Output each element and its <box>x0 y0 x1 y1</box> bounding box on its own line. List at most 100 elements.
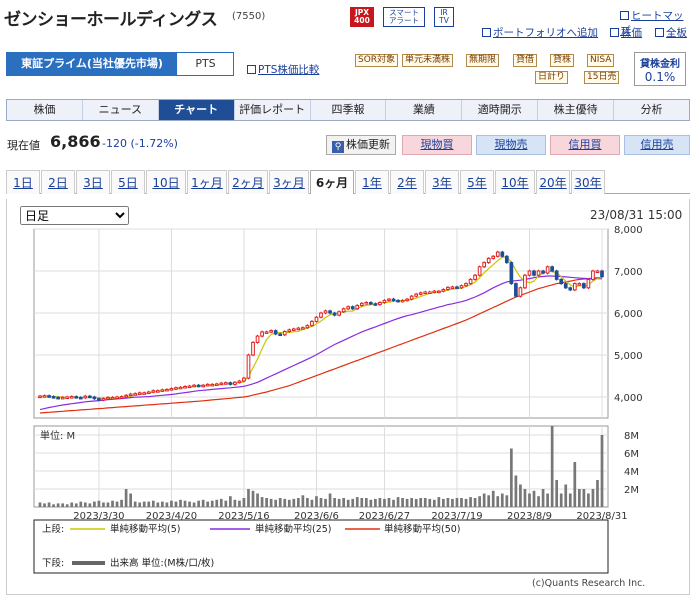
candle-body <box>504 255 509 264</box>
candle-body <box>38 395 42 399</box>
candle-body <box>586 278 591 289</box>
volume-bar <box>414 498 418 507</box>
candle-body <box>468 278 473 285</box>
volume-bar <box>301 495 305 507</box>
price-plot-frame <box>33 228 609 419</box>
candle-body <box>178 386 183 390</box>
volume-bar <box>156 502 160 507</box>
candle-body <box>396 299 400 303</box>
candle-body <box>110 396 115 400</box>
candle-body <box>223 382 228 385</box>
candle-body <box>554 270 559 280</box>
volume-unit-label: 単位: M <box>40 429 75 442</box>
candle-body <box>545 266 550 274</box>
volume-bar <box>505 495 509 507</box>
volume-bar <box>147 501 151 507</box>
volume-bar <box>111 500 114 507</box>
volume-bar <box>129 493 132 507</box>
volume-axis: 8M 6M 4M 2M <box>624 431 639 496</box>
volume-bar <box>102 502 105 507</box>
volume-bar <box>142 501 146 507</box>
candle-body <box>577 283 582 286</box>
candle-body <box>74 396 79 399</box>
candle-body <box>183 386 187 389</box>
volume-bar <box>133 501 137 507</box>
candle-body <box>409 295 414 300</box>
candle-body <box>228 382 233 385</box>
candle-body <box>486 257 491 264</box>
candle-body <box>192 384 196 388</box>
volume-tick-label: 2M <box>624 485 639 496</box>
candle-body <box>187 385 192 389</box>
volume-bar <box>383 498 386 507</box>
volume-bar <box>514 475 518 507</box>
candle-body <box>237 380 242 384</box>
candle-body <box>446 286 450 290</box>
price-tick-label: 6,000 <box>614 309 643 320</box>
candle-body <box>464 283 468 287</box>
candle-body <box>42 395 47 398</box>
candle-body <box>78 396 83 400</box>
candle-body <box>296 327 301 331</box>
candle-body <box>65 396 70 399</box>
volume-bar <box>419 498 423 507</box>
volume-bar <box>378 498 382 507</box>
volume-bar <box>387 498 391 507</box>
price-tick-label: 7,000 <box>614 267 643 278</box>
volume-bar <box>283 498 287 507</box>
candle-body <box>169 388 174 391</box>
candle-body <box>346 306 351 310</box>
volume-bar <box>355 497 359 507</box>
volume-bar <box>315 496 318 507</box>
volume-bar <box>296 498 300 507</box>
candle-body <box>165 388 169 392</box>
volume-bar <box>532 490 536 507</box>
volume-bar <box>360 498 364 507</box>
candle-body <box>142 392 147 395</box>
candle-body <box>423 291 428 294</box>
candle-body <box>205 383 210 387</box>
volume-bar <box>600 435 604 507</box>
volume-bar <box>319 498 323 507</box>
volume-bar <box>455 498 459 507</box>
candle-body <box>291 328 296 331</box>
candle-body <box>305 325 310 329</box>
volume-bar <box>52 504 55 507</box>
volume-bar <box>106 502 110 507</box>
candle-body <box>355 304 360 310</box>
candle-body <box>56 396 60 400</box>
volume-bar <box>546 493 549 507</box>
candle-body <box>323 310 328 314</box>
volume-bar <box>269 498 273 507</box>
volume-bar <box>138 502 142 507</box>
candle-body <box>341 308 346 313</box>
price-tick-label: 4,000 <box>614 393 643 404</box>
candle-body <box>128 393 133 397</box>
candle-body <box>106 396 110 400</box>
volume-bar <box>274 499 278 507</box>
candle-body <box>477 266 482 276</box>
candle-body <box>441 288 446 292</box>
candle-body <box>51 396 56 399</box>
volume-bar <box>423 498 427 507</box>
volume-bar <box>192 502 196 507</box>
volume-bar <box>97 500 101 507</box>
candle-body <box>572 283 577 291</box>
candle-body <box>319 312 323 318</box>
volume-bar <box>396 497 400 507</box>
volume-bar <box>428 498 432 507</box>
candle-body <box>246 354 251 379</box>
volume-bar <box>541 489 545 507</box>
volume-bar <box>188 501 191 507</box>
volume-bar <box>115 501 119 507</box>
candle-body <box>146 391 151 394</box>
legend-ma50: 単純移動平均(50) <box>384 523 461 535</box>
volume-bar <box>242 498 246 507</box>
candle-body <box>600 270 604 278</box>
volume-bar <box>210 500 214 507</box>
volume-bar <box>229 496 232 507</box>
volume-bar <box>442 498 445 507</box>
candle-body <box>97 398 101 401</box>
candle-body <box>582 283 586 289</box>
volume-bar <box>306 498 309 507</box>
